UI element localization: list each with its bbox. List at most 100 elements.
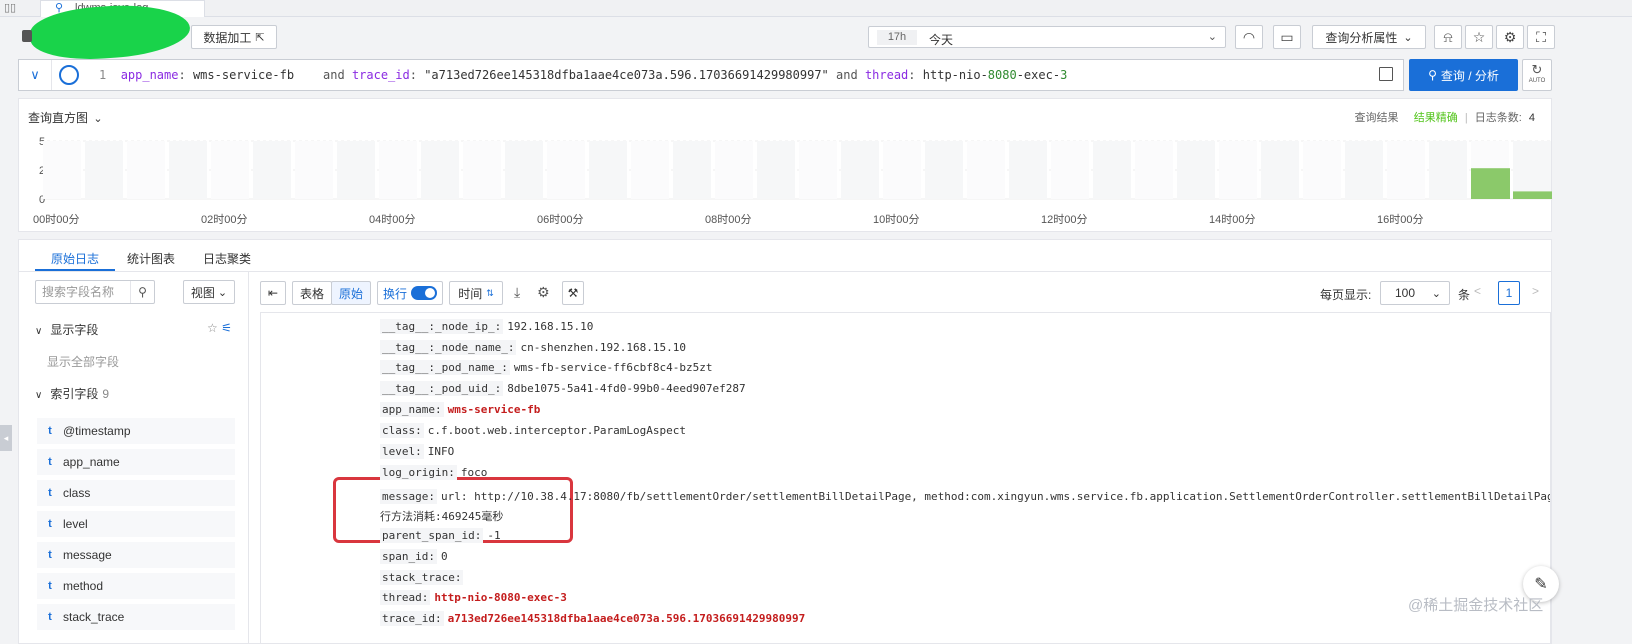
log-field-key[interactable]: stack_trace: <box>380 570 464 585</box>
download-icon[interactable]: ⤓ <box>514 284 520 301</box>
log-field-value[interactable]: INFO <box>428 445 455 458</box>
bucket-background[interactable] <box>925 141 963 199</box>
bucket-background[interactable] <box>253 141 291 199</box>
log-field-value[interactable]: -1 <box>487 529 500 542</box>
run-query-button[interactable]: ⚲ 查询 / 分析 <box>1409 59 1518 91</box>
raw-view-button[interactable]: 原始 <box>331 281 371 305</box>
bucket-background[interactable] <box>1219 141 1257 199</box>
bucket-background[interactable] <box>1051 141 1089 199</box>
log-field-key[interactable]: __tag__:_pod_name_: <box>380 360 510 375</box>
tab-stat-chart[interactable]: 统计图表 <box>127 250 175 267</box>
log-field-key[interactable]: thread: <box>380 590 431 605</box>
bucket-background[interactable] <box>547 141 585 199</box>
data-process-button[interactable]: 数据加工 ⇱ <box>191 25 277 49</box>
bucket-background[interactable] <box>421 141 459 199</box>
bucket-background[interactable] <box>1093 141 1131 199</box>
tab-log-cluster[interactable]: 日志聚类 <box>203 250 251 267</box>
log-field-value[interactable]: 行方法消耗:469245毫秒 <box>380 510 503 523</box>
bucket-background[interactable] <box>1261 141 1299 199</box>
bucket-background[interactable] <box>841 141 879 199</box>
log-field-value[interactable]: a713ed726ee145318dfba1aae4ce073a.596.170… <box>448 612 806 625</box>
log-field-value[interactable]: http-nio-8080-exec-3 <box>434 591 566 604</box>
log-field-key[interactable]: trace_id: <box>380 611 444 626</box>
field-item[interactable]: t @timestamp <box>37 418 235 444</box>
log-field-value[interactable]: 0 <box>441 550 448 563</box>
bucket-background[interactable] <box>799 141 837 199</box>
next-page-button[interactable]: > <box>1532 284 1539 298</box>
bucket-background[interactable] <box>1009 141 1047 199</box>
bucket-background[interactable] <box>1387 141 1425 199</box>
collapse-sidebar-icon[interactable]: ⇤ <box>260 281 286 305</box>
log-field-value[interactable]: foco <box>461 466 488 479</box>
bucket-background[interactable] <box>757 141 795 199</box>
field-search-input[interactable] <box>36 281 126 303</box>
bucket-background[interactable] <box>463 141 501 199</box>
bucket-background[interactable] <box>883 141 921 199</box>
query-input[interactable]: 1 app_name: wms-service-fb and trace_id:… <box>99 68 1067 82</box>
auto-refresh-button[interactable]: ↻ AUTO <box>1522 59 1552 91</box>
gear-icon[interactable]: ⚙ <box>537 284 550 301</box>
tab-raw-log[interactable]: 原始日志 <box>51 250 99 267</box>
field-item[interactable]: t class <box>37 480 235 506</box>
field-search[interactable]: ⚲ <box>35 280 155 304</box>
field-item[interactable]: t level <box>37 511 235 537</box>
bucket-background[interactable] <box>505 141 543 199</box>
view-select[interactable]: 视图 ⌄ <box>183 280 235 304</box>
log-field-value[interactable]: url: http://10.38.4.17:8080/fb/settlemen… <box>441 490 1550 503</box>
log-field-key[interactable]: __tag__:_node_ip_: <box>380 319 504 334</box>
bucket-background[interactable] <box>337 141 375 199</box>
display-fields-header[interactable]: ∨ 显示字段 <box>35 321 98 338</box>
log-field-value[interactable]: c.f.boot.web.interceptor.ParamLogAspect <box>428 424 686 437</box>
show-all-fields-link[interactable]: 显示全部字段 <box>47 353 119 370</box>
log-field-key[interactable]: span_id: <box>380 549 437 564</box>
gear-icon[interactable]: ⚙ <box>1496 25 1524 49</box>
bucket-background[interactable] <box>631 141 669 199</box>
bucket-background[interactable] <box>1513 141 1551 199</box>
time-sort-button[interactable]: 时间 ⇅ <box>449 281 503 305</box>
table-view-button[interactable]: 表格 <box>292 281 332 305</box>
bucket-background[interactable] <box>1177 141 1215 199</box>
bucket-background[interactable] <box>1303 141 1341 199</box>
log-field-value[interactable]: wms-fb-service-ff6cbf8c4-bz5zt <box>514 361 713 374</box>
log-field-key[interactable]: __tag__:_pod_uid_: <box>380 381 504 396</box>
log-field-key[interactable]: message: <box>380 489 437 504</box>
bucket-background[interactable] <box>85 141 123 199</box>
bucket-background[interactable] <box>1345 141 1383 199</box>
histogram-chart[interactable]: 52.5000时00分02时00分04时00分06时00分08时00分10时00… <box>19 99 1553 233</box>
current-page[interactable]: 1 <box>1498 281 1520 305</box>
grid-icon[interactable]: ▯▯ <box>4 1 28 15</box>
histogram-bar[interactable] <box>1471 168 1510 199</box>
star-icon[interactable]: ☆ <box>1465 25 1493 49</box>
query-scope-icon[interactable] <box>59 65 79 85</box>
log-field-key[interactable]: app_name: <box>380 402 444 417</box>
prev-page-button[interactable]: < <box>1474 284 1481 298</box>
fullscreen-icon[interactable]: ⛶ <box>1527 25 1555 49</box>
wrap-toggle[interactable]: 换行 <box>377 281 443 305</box>
log-field-value[interactable]: cn-shenzhen.192.168.15.10 <box>520 341 686 354</box>
star-settings-icon[interactable]: ☆ ⚟ <box>207 321 232 335</box>
time-range-select[interactable]: 17h 今天 ⌄ <box>868 26 1226 48</box>
log-field-key[interactable]: parent_span_id: <box>380 528 484 543</box>
log-field-key[interactable]: class: <box>380 423 424 438</box>
expand-handle-icon[interactable]: ◂ <box>0 425 12 451</box>
bucket-background[interactable] <box>43 141 81 199</box>
bucket-background[interactable] <box>967 141 1005 199</box>
monitor-icon[interactable]: ▭ <box>1273 25 1301 49</box>
field-item[interactable]: t stack_trace <box>37 604 235 630</box>
analysis-props-button[interactable]: 查询分析属性 ⌄ <box>1312 25 1426 49</box>
bucket-background[interactable] <box>379 141 417 199</box>
bucket-background[interactable] <box>1429 141 1467 199</box>
search-icon[interactable]: ⚲ <box>130 281 154 303</box>
per-page-select[interactable]: 100 ⌄ <box>1380 281 1450 305</box>
log-field-value[interactable]: wms-service-fb <box>448 403 541 416</box>
bucket-background[interactable] <box>589 141 627 199</box>
wrap-switch[interactable] <box>411 286 437 300</box>
field-item[interactable]: t method <box>37 573 235 599</box>
bucket-background[interactable] <box>295 141 333 199</box>
bucket-background[interactable] <box>169 141 207 199</box>
log-field-value[interactable]: 192.168.15.10 <box>507 320 593 333</box>
bucket-background[interactable] <box>211 141 249 199</box>
bucket-background[interactable] <box>127 141 165 199</box>
log-field-key[interactable]: level: <box>380 444 424 459</box>
bell-icon[interactable]: ⍾ <box>1434 25 1462 49</box>
